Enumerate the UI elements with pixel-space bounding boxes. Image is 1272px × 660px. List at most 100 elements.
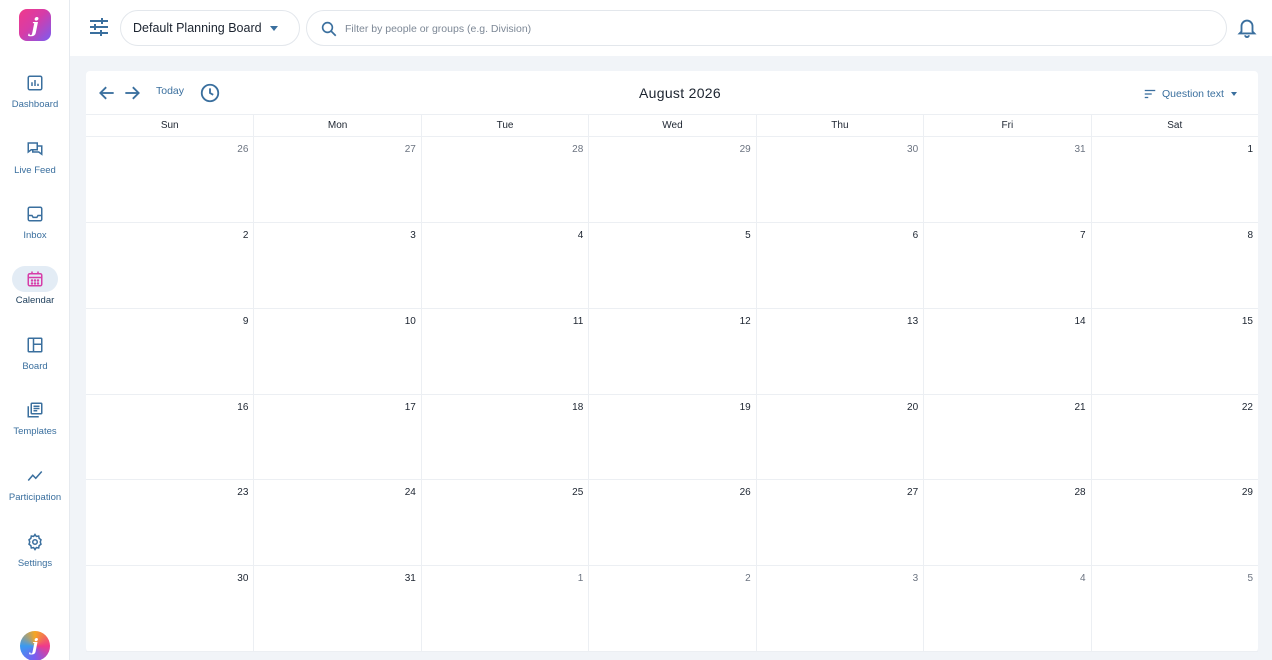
day-cell[interactable]: 14 — [923, 308, 1091, 395]
user-avatar-glyph: j — [31, 636, 39, 656]
day-cell[interactable]: 9 — [86, 309, 254, 395]
day-number: 16 — [237, 401, 249, 413]
day-number: 3 — [912, 573, 919, 585]
day-cell[interactable]: 6 — [755, 222, 924, 309]
day-cell[interactable]: 4 — [923, 566, 1091, 652]
day-cell[interactable]: 26 — [588, 480, 756, 567]
day-cell[interactable]: 2 — [86, 223, 254, 309]
day-cell[interactable]: 23 — [86, 480, 254, 567]
day-number: 29 — [739, 144, 751, 155]
day-number: 26 — [739, 487, 751, 499]
sidebar-item-label: Settings — [17, 558, 53, 569]
day-cell[interactable]: 20 — [755, 394, 924, 481]
calendar-icon — [12, 266, 58, 292]
day-cell[interactable]: 29 — [1090, 480, 1258, 567]
day-cell[interactable]: 3 — [755, 566, 924, 652]
sidebar-item-label: Dashboard — [11, 99, 59, 110]
bell-icon[interactable] — [1236, 16, 1258, 38]
app-logo[interactable]: j — [19, 9, 51, 41]
chevron-down-icon — [1230, 92, 1237, 96]
weekday-label: Sat — [1090, 115, 1258, 137]
board-select-value: Default Planning Board — [133, 21, 262, 35]
day-cell[interactable]: 17 — [253, 394, 421, 481]
chat-bubbles-icon — [12, 136, 58, 162]
day-cell[interactable]: 31 — [923, 137, 1091, 223]
inbox-tray-icon — [12, 201, 58, 227]
sidebar-item-settings[interactable]: Settings — [0, 529, 70, 585]
weekday-label: Thu — [755, 115, 923, 137]
day-cell[interactable]: 2 — [588, 566, 756, 652]
sidebar-item-live-feed[interactable]: Live Feed — [0, 136, 70, 192]
day-cell[interactable]: 5 — [1090, 566, 1258, 652]
sidebar-item-inbox[interactable]: Inbox — [0, 201, 70, 257]
day-number: 20 — [907, 401, 919, 413]
sidebar-item-dashboard[interactable]: Dashboard — [0, 70, 70, 126]
day-cell[interactable]: 13 — [755, 308, 924, 395]
day-number: 27 — [907, 487, 919, 499]
day-number: 1 — [1247, 144, 1253, 155]
weekday-header: Sun Mon Tue Wed Thu Fri Sat — [86, 114, 1258, 137]
day-cell[interactable]: 11 — [420, 308, 589, 395]
day-cell[interactable]: 1 — [420, 566, 589, 652]
sort-dropdown[interactable]: Question text — [1143, 86, 1237, 102]
board-select[interactable]: Default Planning Board — [120, 10, 300, 46]
day-cell[interactable]: 5 — [588, 222, 756, 309]
day-cell[interactable]: 10 — [253, 308, 421, 395]
day-number: 26 — [237, 144, 249, 155]
day-cell[interactable]: 7 — [923, 222, 1091, 309]
day-number: 31 — [1074, 144, 1086, 155]
day-cell[interactable]: 30 — [755, 137, 924, 223]
day-cell[interactable]: 31 — [253, 566, 421, 652]
day-number: 17 — [404, 401, 416, 413]
day-cell[interactable]: 25 — [420, 480, 589, 567]
day-number: 15 — [1241, 315, 1253, 327]
search-input[interactable] — [345, 17, 1205, 41]
weekday-label: Fri — [923, 115, 1090, 137]
day-number: 8 — [1247, 229, 1253, 241]
day-cell[interactable]: 15 — [1090, 308, 1258, 395]
day-number: 11 — [572, 315, 584, 327]
sidebar-item-participation[interactable]: Participation — [0, 463, 70, 519]
day-number: 25 — [572, 487, 584, 499]
day-cell[interactable]: 22 — [1090, 394, 1258, 481]
day-cell[interactable]: 19 — [588, 394, 756, 481]
sort-lines-icon — [1144, 89, 1156, 99]
sidebar-item-templates[interactable]: Templates — [0, 397, 70, 453]
day-cell[interactable]: 4 — [420, 222, 589, 309]
day-cell[interactable]: 28 — [923, 480, 1091, 567]
day-cell[interactable]: 12 — [588, 308, 756, 395]
day-cell[interactable]: 16 — [86, 395, 254, 481]
gear-icon — [12, 529, 58, 555]
day-cell[interactable]: 27 — [755, 480, 924, 567]
sidebar-item-label: Calendar — [15, 295, 55, 306]
day-number: 2 — [242, 229, 249, 241]
weekday-label: Sun — [160, 120, 179, 131]
day-cell[interactable]: 18 — [420, 394, 589, 481]
day-cell[interactable]: 29 — [588, 137, 756, 223]
day-number: 5 — [745, 229, 751, 241]
day-number: 21 — [1074, 401, 1086, 413]
day-number: 30 — [237, 573, 249, 585]
day-number: 18 — [572, 401, 584, 413]
sidebar-item-calendar[interactable]: Calendar — [0, 266, 70, 322]
trend-line-icon — [12, 463, 58, 489]
day-number: 27 — [404, 144, 416, 155]
user-avatar[interactable]: j — [20, 631, 50, 660]
day-cell[interactable]: 28 — [420, 137, 589, 223]
sidebar-item-board[interactable]: Board — [0, 332, 70, 388]
day-cell[interactable]: 1 — [1090, 137, 1258, 223]
day-number: 3 — [410, 229, 416, 241]
day-number: 28 — [572, 144, 584, 155]
day-number: 5 — [1247, 573, 1253, 585]
day-cell[interactable]: 8 — [1090, 222, 1258, 309]
day-number: 9 — [242, 315, 249, 327]
day-cell[interactable]: 27 — [253, 137, 421, 223]
day-cell[interactable]: 24 — [253, 480, 421, 567]
day-cell[interactable]: 30 — [86, 566, 254, 652]
day-number: 31 — [404, 573, 416, 585]
day-cell[interactable]: 21 — [923, 394, 1091, 481]
day-cell[interactable]: 26 — [86, 137, 254, 223]
filter-sliders-icon[interactable] — [87, 15, 111, 39]
day-cell[interactable]: 3 — [253, 222, 421, 309]
search-bar — [306, 10, 1227, 46]
